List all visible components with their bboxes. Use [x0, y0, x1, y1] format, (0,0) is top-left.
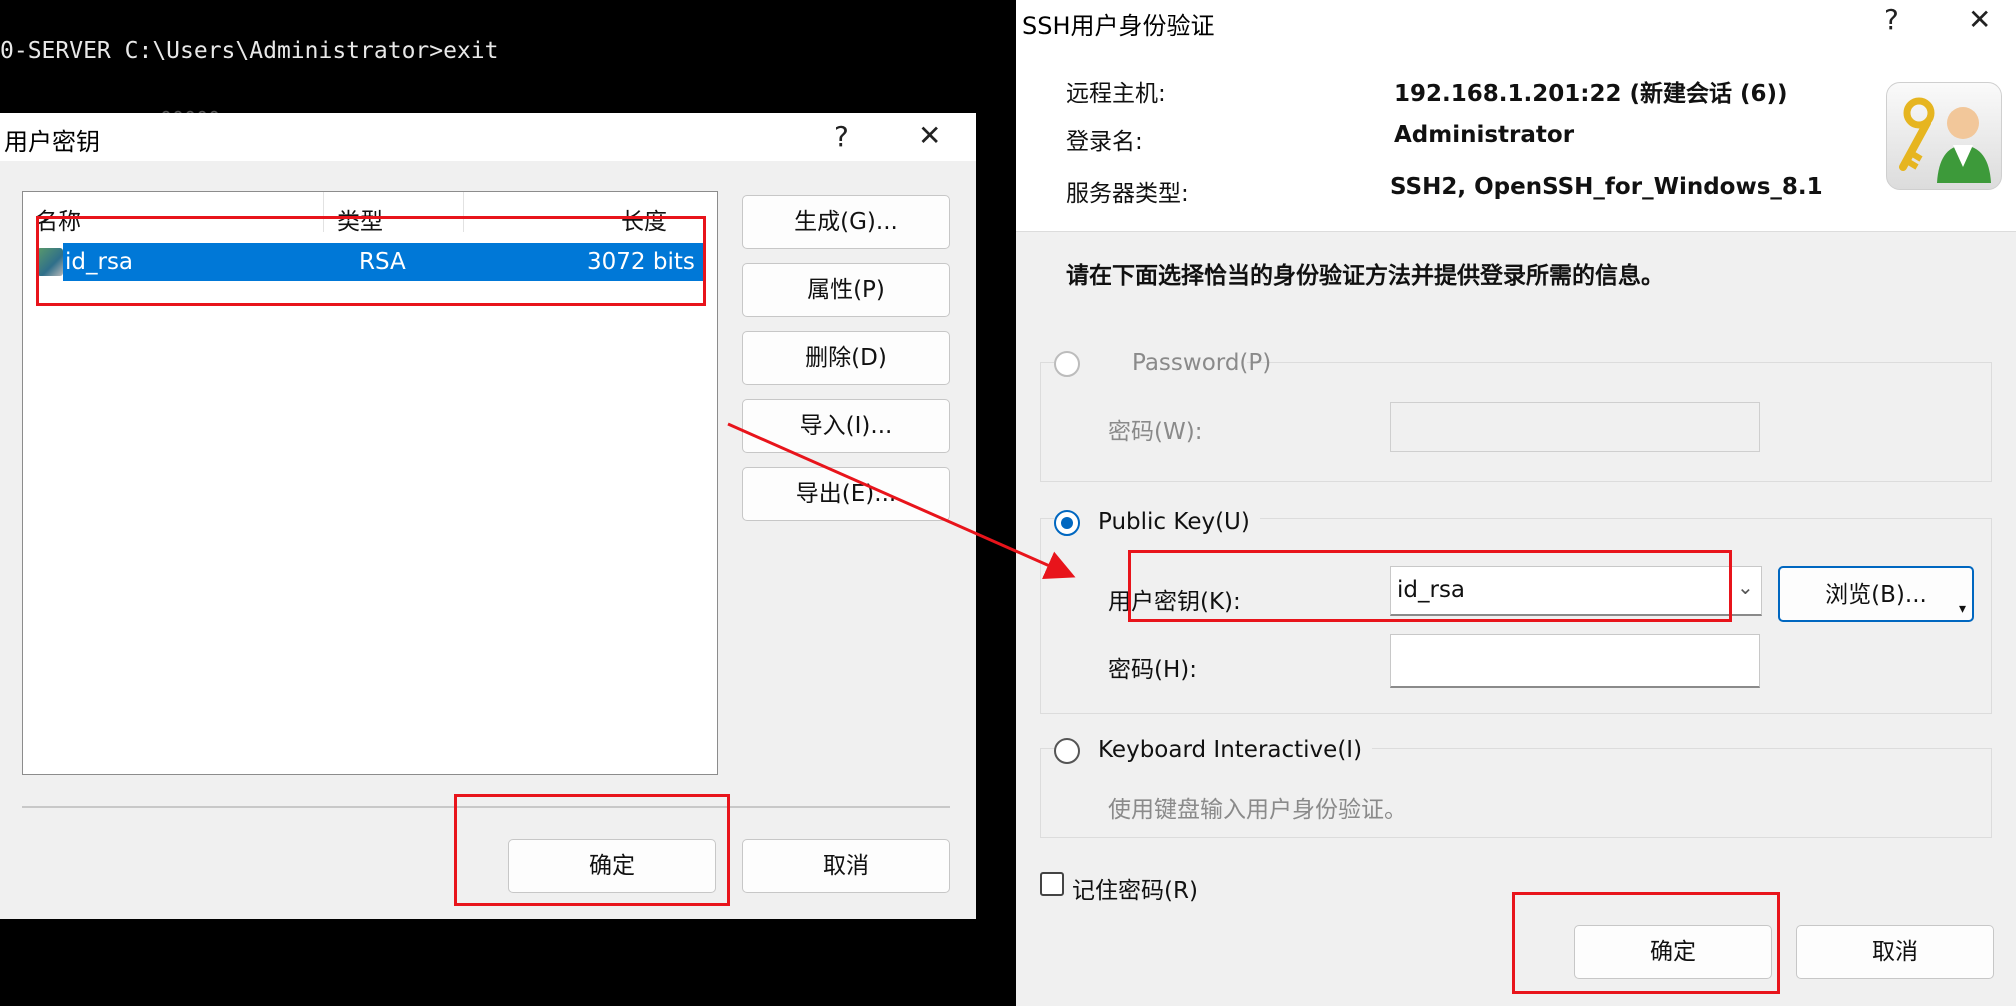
annotation-arrow: [727, 422, 1076, 580]
